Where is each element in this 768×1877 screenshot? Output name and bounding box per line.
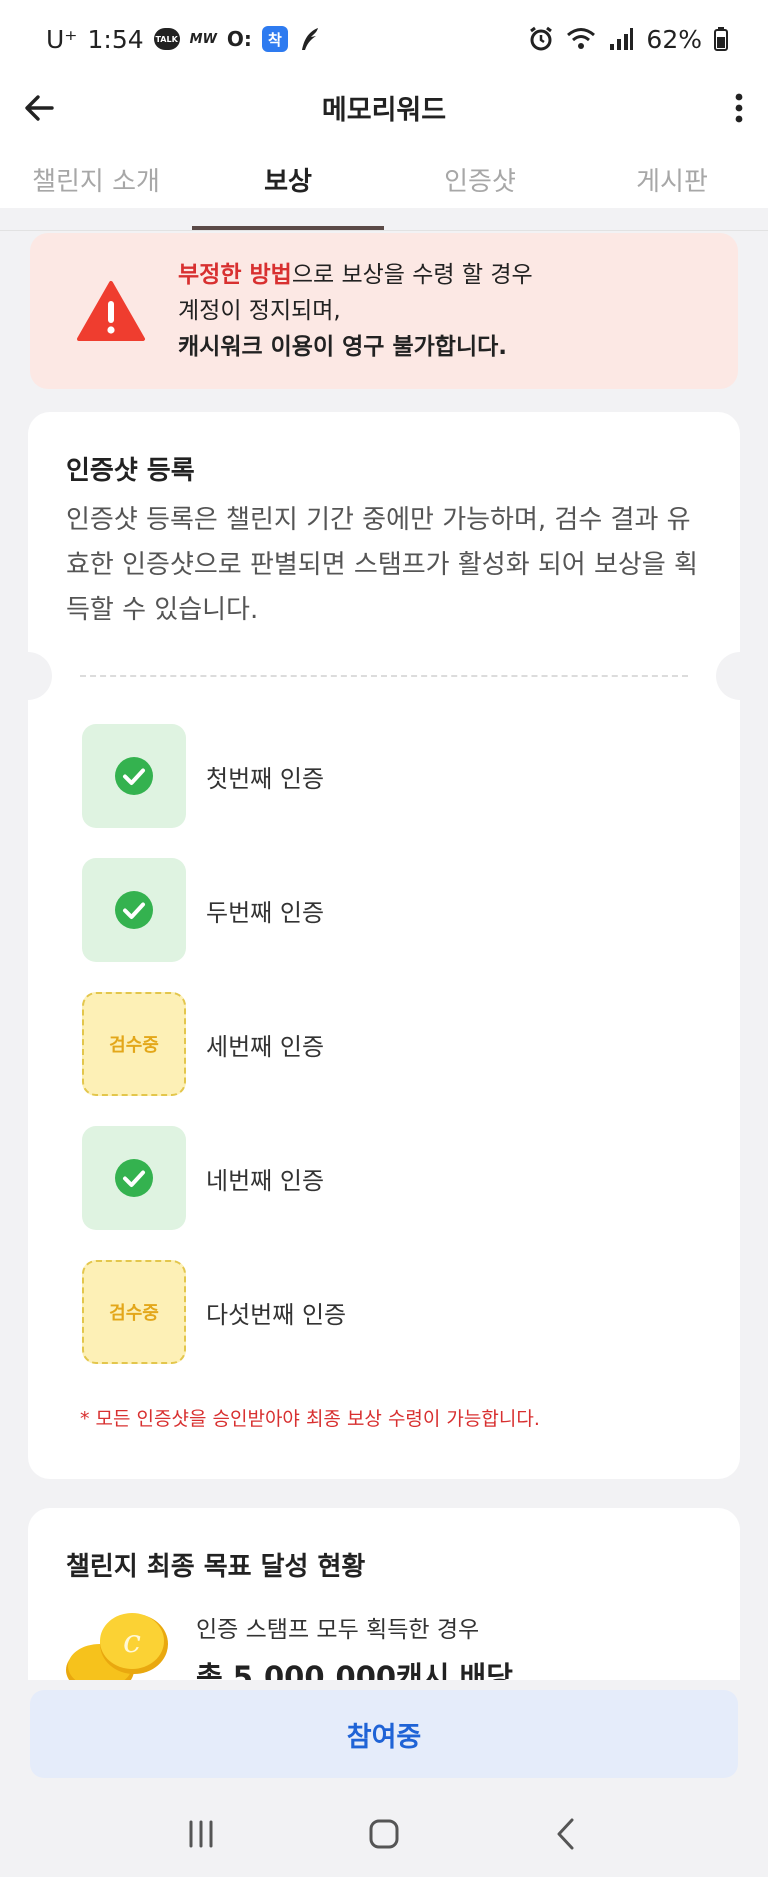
o-icon: O: [226,27,252,51]
warning-highlight: 부정한 방법 [178,262,292,288]
kakaotalk-icon: TALK [153,28,180,50]
app-header: 메모리워드 챌린지 소개 보상 인증샷 게시판 [0,78,768,231]
review-badge: 검수중 [109,1035,159,1056]
more-options-icon[interactable] [732,90,746,126]
feather-icon [301,28,318,50]
clock: 1:54 [87,24,144,54]
warning-line3: 캐시워크 이용이 영구 불가합니다. [178,334,507,360]
signal-icon [610,28,634,50]
tab-bar: 챌린지 소개 보상 인증샷 게시판 [0,162,768,210]
cert-title: 인증샷 등록 [66,456,195,486]
screen: U⁺ 1:54 TALK MW O: 착 62% 메모리워드 챌린지 소개 보상… [0,0,768,1877]
warning-icon [77,281,145,341]
tab-challenge-intro[interactable]: 챌린지 소개 [0,162,192,210]
system-nav-bar [0,1790,768,1877]
ticket-notch-right [716,652,764,700]
page-title: 메모리워드 [321,94,447,126]
stamp-row[interactable]: 네번째 인증 [82,1126,582,1230]
back-arrow-icon[interactable] [22,90,58,126]
dashed-divider [80,675,688,677]
approval-notice: * 모든 인증샷을 승인받아야 최종 보상 수령이 가능합니다. [80,1408,540,1430]
ticket-notch-left [4,652,52,700]
recent-apps-icon[interactable] [181,1814,221,1854]
stamp-label: 세번째 인증 [206,1032,325,1061]
wifi-icon [567,28,596,49]
stamp-under-review: 검수중 [82,1260,186,1364]
goal-title: 챌린지 최종 목표 달성 현황 [66,1552,366,1582]
participating-button[interactable]: 참여중 [30,1690,738,1778]
svg-text:c: c [123,1622,141,1660]
check-circle-icon [115,757,153,795]
stamp-label: 첫번째 인증 [206,764,325,793]
header-divider [0,230,768,231]
stamp-approved [82,724,186,828]
battery-percent: 62% [646,24,702,54]
tab-cert-shot[interactable]: 인증샷 [384,162,576,210]
warning-text: 부정한 방법으로 보상을 수령 할 경우 계정이 정지되며, 캐시워크 이용이 … [178,257,533,365]
stamp-label: 네번째 인증 [206,1166,325,1195]
stamp-row[interactable]: 검수중 세번째 인증 [82,992,582,1096]
tab-board[interactable]: 게시판 [576,162,768,210]
cert-card: 인증샷 등록 인증샷 등록은 챌린지 기간 중에만 가능하며, 검수 결과 유효… [4,412,764,1479]
stamp-row[interactable]: 첫번째 인증 [82,724,582,828]
stamp-approved [82,858,186,962]
check-circle-icon [115,1159,153,1197]
review-badge: 검수중 [109,1303,159,1324]
stamp-label: 두번째 인증 [206,898,325,927]
stamp-approved [82,1126,186,1230]
carrier-label: U⁺ [46,24,78,54]
system-back-icon[interactable] [547,1814,587,1854]
warning-line1: 으로 보상을 수령 할 경우 [291,262,533,288]
alarm-icon [530,26,553,51]
goal-subtitle: 인증 스탬프 모두 획득한 경우 [196,1617,480,1643]
tab-reward[interactable]: 보상 [192,162,384,210]
check-circle-icon [115,891,153,929]
warning-line2: 계정이 정지되며, [178,298,341,324]
battery-icon [714,27,728,51]
mw-icon: MW [189,31,217,47]
stamp-label: 다섯번째 인증 [206,1300,347,1329]
stamp-row[interactable]: 검수중 다섯번째 인증 [82,1260,582,1364]
stamp-under-review: 검수중 [82,992,186,1096]
status-bar: U⁺ 1:54 TALK MW O: 착 62% [0,0,768,78]
chak-app-icon: 착 [261,26,288,52]
home-icon[interactable] [364,1814,404,1854]
warning-banner: 부정한 방법으로 보상을 수령 할 경우 계정이 정지되며, 캐시워크 이용이 … [30,233,738,389]
cert-description: 인증샷 등록은 챌린지 기간 중에만 가능하며, 검수 결과 유효한 인증샷으로… [66,505,698,625]
stamp-row[interactable]: 두번째 인증 [82,858,582,962]
